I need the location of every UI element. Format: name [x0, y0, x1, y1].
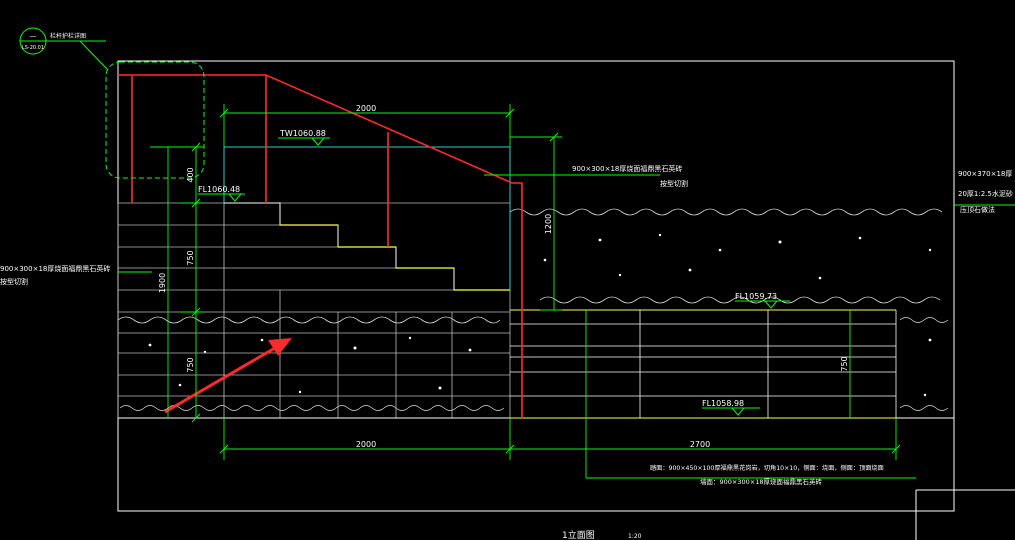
dim-1900: 1900 [158, 273, 167, 293]
callout-top-text: — [30, 32, 37, 40]
cyan-wall [223, 146, 511, 290]
dim-bottom-2000: 2000 [356, 440, 376, 449]
dim-750-right: 750 [840, 356, 849, 371]
note-far-right-3: 压顶石做法 [960, 205, 995, 214]
dimension-lines [118, 104, 1015, 479]
note-left-2: 按型切割 [0, 277, 28, 286]
note-far-right-1: 900×370×18厚 [958, 170, 1012, 178]
note-bottom-2: 墙面：900×300×18厚烧面福鼎黑石英砖 [700, 477, 822, 486]
elevation-markers [198, 137, 790, 416]
drawing-scale: 1:20 [628, 533, 642, 540]
note-right-mid-2: 按型切割 [660, 179, 688, 188]
dim-1200: 1200 [544, 214, 553, 234]
elev-fl-mid: FL1059.73 [735, 292, 777, 301]
note-bottom-1: 踏面：900×450×100厚福鼎黑花岗岩，切角10×10，侧面：烧面，侧面：顶… [650, 464, 884, 472]
wall-grid [117, 202, 511, 418]
detail-callout [19, 27, 205, 179]
dim-400: 400 [186, 167, 195, 182]
elev-tw: TW1060.88 [279, 129, 326, 138]
dim-750-lower: 750 [186, 357, 195, 372]
cad-drawing: — LS-20.01 栏杆护栏详图 2000 2000 2700 1200 40… [0, 27, 1015, 540]
dim-bottom-2700: 2700 [690, 440, 710, 449]
note-far-right-2: 20厚1:2.5水泥砂 [958, 189, 1013, 198]
stair-nosing [280, 224, 510, 291]
callout-label: 栏杆护栏详图 [50, 32, 86, 40]
drawing-title: 1立面图 [562, 529, 595, 540]
dim-750-upper: 750 [186, 250, 195, 265]
note-right-mid-1: 900×300×18厚烧面福鼎黑石英砖 [572, 164, 682, 173]
handrail [118, 74, 523, 418]
note-left-1: 900×300×18厚烧面福鼎黑石英砖 [0, 264, 110, 273]
elev-fl-low: FL1058.98 [702, 399, 744, 408]
elev-fl-upper: FL1060.48 [198, 185, 240, 194]
dim-top-2000: 2000 [356, 104, 376, 113]
callout-sheet-text: LS-20.01 [22, 45, 44, 51]
drawing-frame [117, 60, 955, 512]
